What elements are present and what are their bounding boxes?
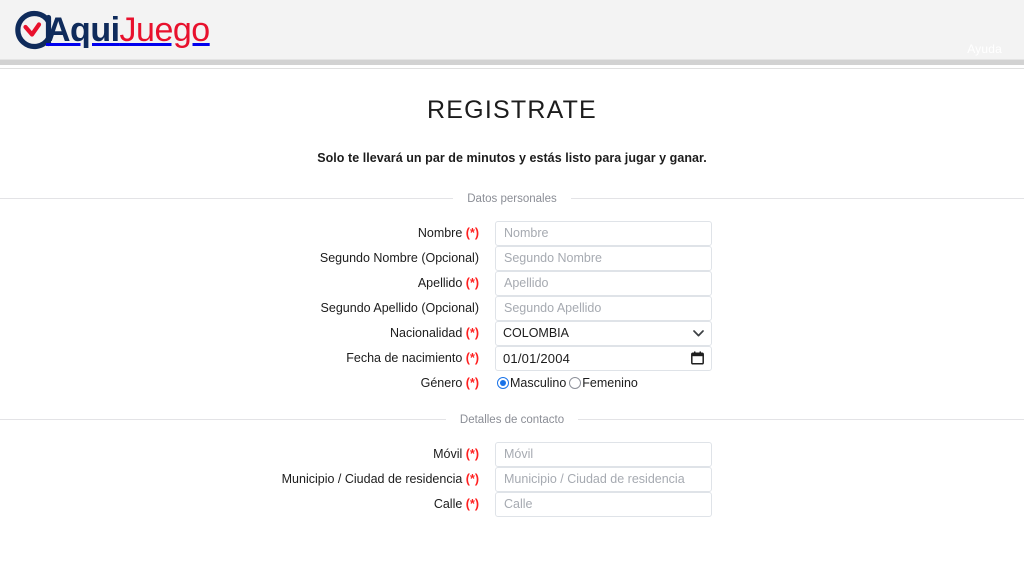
legend-rule-right [570, 198, 1024, 199]
label-segundo-apellido: Segundo Apellido (Opcional) [0, 302, 495, 315]
label-apellido: Apellido (*) [0, 277, 495, 290]
select-nacionalidad[interactable]: COLOMBIA [495, 320, 712, 346]
logo-text-aqui: Aqui [46, 11, 120, 49]
form-row-fecha-nacimiento: Fecha de nacimiento (*) 01/01/2004 [0, 345, 1024, 371]
input-calle[interactable] [495, 491, 712, 517]
label-genero: Género (*) [0, 377, 495, 390]
input-municipio[interactable] [495, 466, 712, 492]
calendar-icon[interactable] [691, 351, 704, 365]
radio-masculino-input[interactable] [497, 377, 509, 389]
section-legend-detalles-contacto: Detalles de contacto [0, 414, 1024, 426]
input-fecha-nacimiento[interactable]: 01/01/2004 [495, 345, 712, 371]
page-title: REGISTRATE [427, 96, 597, 124]
input-segundo-nombre[interactable] [495, 245, 712, 271]
legend-label: Datos personales [467, 192, 557, 205]
section-detalles-contacto: Detalles de contacto Móvil (*) Municipio… [0, 414, 1024, 517]
control-calle [495, 491, 712, 517]
required-marker: (*) [465, 471, 479, 486]
control-segundo-nombre [495, 245, 712, 271]
control-apellido [495, 270, 712, 296]
label-nombre-text: Nombre [417, 225, 463, 240]
site-header: AquiJuego Ayuda [0, 0, 1024, 60]
radio-option-masculino[interactable]: Masculino [497, 376, 566, 390]
registration-page: REGISTRATE Solo te llevará un par de min… [0, 69, 1024, 517]
input-apellido[interactable] [495, 270, 712, 296]
control-segundo-apellido [495, 295, 712, 321]
label-segundo-nombre: Segundo Nombre (Opcional) [0, 252, 495, 265]
control-nombre [495, 220, 712, 246]
legend-label: Detalles de contacto [459, 413, 565, 426]
form-row-movil: Móvil (*) [0, 441, 1024, 467]
control-nacionalidad: COLOMBIA [495, 320, 712, 346]
radio-femenino-input[interactable] [569, 377, 582, 389]
section-legend-datos-personales: Datos personales [0, 193, 1024, 205]
label-fecha-nacimiento-text: Fecha de nacimiento [346, 350, 463, 365]
logo-text-juego: Juego [119, 11, 211, 49]
required-marker: (*) [465, 275, 479, 290]
label-movil-text: Móvil [433, 446, 463, 461]
label-calle: Calle (*) [0, 498, 495, 511]
label-municipio: Municipio / Ciudad de residencia (*) [0, 473, 495, 486]
label-genero-text: Género [420, 375, 463, 390]
label-fecha-nacimiento: Fecha de nacimiento (*) [0, 352, 495, 365]
required-marker: (*) [465, 325, 479, 340]
input-nombre[interactable] [495, 220, 712, 246]
site-logo[interactable]: AquiJuego [10, 7, 210, 53]
control-fecha-nacimiento: 01/01/2004 [495, 345, 712, 371]
form-row-segundo-nombre: Segundo Nombre (Opcional) [0, 245, 1024, 271]
form-row-nombre: Nombre (*) [0, 220, 1024, 246]
label-segundo-nombre-text: Segundo Nombre (Opcional) [319, 250, 479, 265]
label-calle-text: Calle [433, 496, 463, 511]
label-nombre: Nombre (*) [0, 227, 495, 240]
page-subtitle: Solo te llevará un par de minutos y está… [317, 150, 707, 165]
required-marker: (*) [465, 375, 479, 390]
form-row-nacionalidad: Nacionalidad (*) COLOMBIA [0, 320, 1024, 346]
radio-option-femenino[interactable]: Femenino [569, 376, 638, 390]
label-movil: Móvil (*) [0, 448, 495, 461]
control-municipio [495, 466, 712, 492]
required-marker: (*) [465, 350, 479, 365]
label-nacionalidad-text: Nacionalidad [390, 325, 463, 340]
label-segundo-apellido-text: Segundo Apellido (Opcional) [320, 300, 479, 315]
label-municipio-text: Municipio / Ciudad de residencia [281, 471, 463, 486]
radio-femenino-label: Femenino [582, 376, 638, 390]
section-datos-personales: Datos personales Nombre (*) Segundo Nomb… [0, 193, 1024, 396]
header-inner: AquiJuego [0, 0, 1024, 60]
form-row-genero: Género (*) Masculino Femenino [0, 371, 1024, 396]
radio-group-genero: Masculino Femenino [495, 371, 712, 396]
form-row-apellido: Apellido (*) [0, 270, 1024, 296]
control-movil [495, 441, 712, 467]
radio-masculino-label: Masculino [510, 376, 567, 390]
legend-rule-right [578, 419, 1024, 420]
required-marker: (*) [465, 225, 479, 240]
form-datos-personales: Nombre (*) Segundo Nombre (Opcional) Ape… [0, 205, 1024, 396]
logo-wordmark: AquiJuego [46, 13, 210, 47]
form-detalles-contacto: Móvil (*) Municipio / Ciudad de residenc… [0, 426, 1024, 517]
help-link[interactable]: Ayuda [967, 42, 1002, 56]
form-row-municipio: Municipio / Ciudad de residencia (*) [0, 466, 1024, 492]
input-movil[interactable] [495, 441, 712, 467]
fecha-nacimiento-value: 01/01/2004 [503, 350, 571, 366]
required-marker: (*) [465, 446, 479, 461]
form-row-calle: Calle (*) [0, 491, 1024, 517]
label-apellido-text: Apellido [417, 275, 463, 290]
label-nacionalidad: Nacionalidad (*) [0, 327, 495, 340]
control-genero: Masculino Femenino [495, 371, 712, 396]
form-row-segundo-apellido: Segundo Apellido (Opcional) [0, 295, 1024, 321]
input-segundo-apellido[interactable] [495, 295, 712, 321]
required-marker: (*) [465, 496, 479, 511]
legend-rule-left [0, 198, 454, 199]
legend-rule-left [0, 419, 446, 420]
